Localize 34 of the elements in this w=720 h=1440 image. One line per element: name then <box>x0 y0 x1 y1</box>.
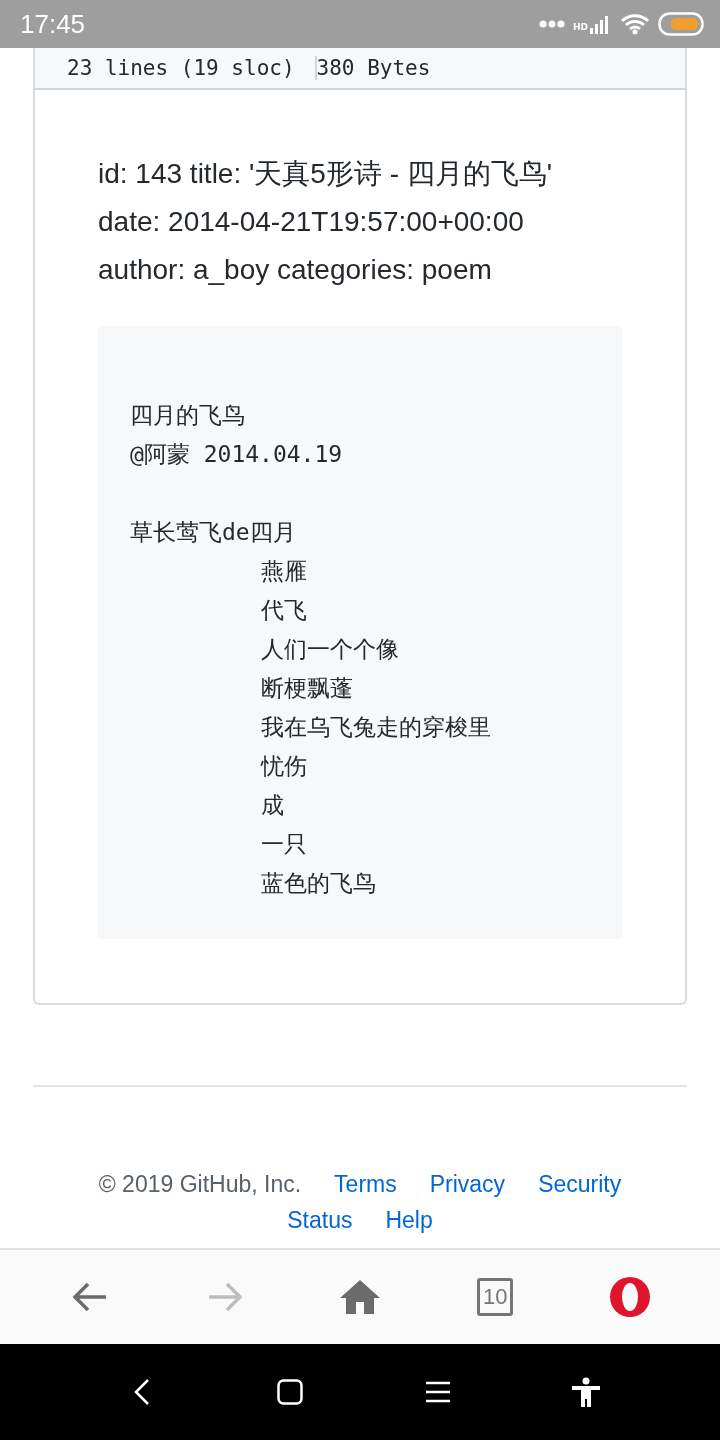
code-line: 四月的飞鸟 <box>130 401 246 430</box>
back-arrow-icon <box>71 1281 108 1313</box>
code-line: 断梗飘蓬 <box>260 674 354 703</box>
code-line: 人们一个个像 <box>260 635 400 664</box>
footer-link[interactable]: Help <box>385 1205 433 1235</box>
code-line: 成 <box>260 791 285 820</box>
forward-arrow-icon <box>206 1281 243 1313</box>
wifi-icon <box>620 13 650 35</box>
footer-link[interactable]: Privacy <box>429 1169 506 1199</box>
tabs-button[interactable]: 10 <box>465 1269 526 1325</box>
code-line: 蓝色的飞鸟 <box>260 869 377 898</box>
file-size: 380 Bytes <box>316 56 431 80</box>
footer-link[interactable]: Security <box>538 1169 622 1199</box>
code-line: 代飞 <box>260 596 308 625</box>
code-line: 忧伤 <box>259 752 308 781</box>
code-line: @阿蒙 2014.04.19 <box>130 440 344 469</box>
network-label: HD <box>573 22 588 32</box>
square-icon <box>277 1379 303 1405</box>
line-count: 23 lines (19 sloc) <box>67 56 317 80</box>
chevron-left-icon <box>134 1379 150 1405</box>
code-line: 燕雁 <box>260 557 308 586</box>
menu-icon <box>426 1381 450 1403</box>
code-line: 草长莺飞de四月 <box>130 518 297 547</box>
footer-link[interactable]: Status <box>287 1205 353 1235</box>
code-line: 我在乌飞兔走的穿梭里 <box>260 713 492 742</box>
code-line: 一只 <box>260 830 308 859</box>
dots-icon <box>539 20 565 28</box>
battery-icon <box>658 12 704 36</box>
clock: 17:45 <box>20 8 86 40</box>
copyright-text: © 2019 GitHub, Inc. <box>98 1170 302 1199</box>
accessibility-icon <box>572 1377 600 1407</box>
home-icon <box>339 1280 380 1314</box>
footer-link[interactable]: Terms <box>334 1169 397 1199</box>
front-matter-text: id: 143 title: '天真5形诗 - 四月的飞鸟' date: 2014-04-21T19:57:00+00:00 author: a_boy categories: poem <box>98 157 554 287</box>
